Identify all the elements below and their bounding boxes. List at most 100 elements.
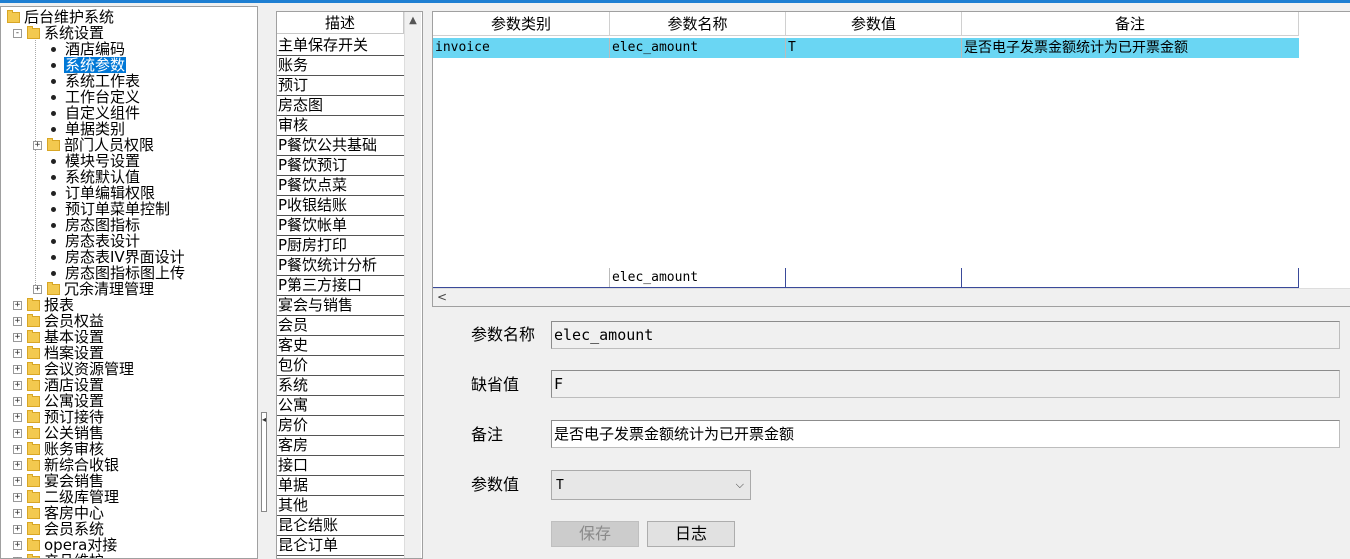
- list-item[interactable]: 主单保存开关: [277, 36, 404, 56]
- list-item[interactable]: P厨房打印: [277, 236, 404, 256]
- tree-item[interactable]: 会员权益: [27, 313, 105, 329]
- column-header-value[interactable]: 参数值: [786, 12, 962, 36]
- list-item[interactable]: P收银结账: [277, 196, 404, 216]
- cell-category[interactable]: invoice: [433, 38, 610, 58]
- list-item[interactable]: P第三方接口: [277, 276, 404, 296]
- list-item[interactable]: 昆仑结账: [277, 516, 404, 536]
- description-scrollbar[interactable]: ▲: [404, 12, 421, 558]
- expand-toggle-icon[interactable]: +: [13, 461, 22, 470]
- expand-toggle-icon[interactable]: -: [13, 29, 22, 38]
- list-item[interactable]: 包价: [277, 356, 404, 376]
- tree-item[interactable]: 报表: [27, 297, 75, 313]
- expand-toggle-icon[interactable]: +: [13, 349, 22, 358]
- expand-toggle-icon[interactable]: +: [13, 317, 22, 326]
- tree-item[interactable]: 房态表IV界面设计: [47, 249, 186, 265]
- expand-toggle-icon[interactable]: +: [13, 445, 22, 454]
- expand-toggle-icon[interactable]: +: [13, 429, 22, 438]
- expand-toggle-icon[interactable]: +: [13, 381, 22, 390]
- tree-item[interactable]: 自定义组件: [47, 105, 141, 121]
- expand-toggle-icon[interactable]: +: [13, 509, 22, 518]
- expand-toggle-icon[interactable]: +: [13, 365, 22, 374]
- list-item[interactable]: P餐饮统计分析: [277, 256, 404, 276]
- column-header-remark[interactable]: 备注: [962, 12, 1299, 36]
- tree-item[interactable]: 系统参数: [47, 57, 127, 73]
- list-item[interactable]: P餐饮帐单: [277, 216, 404, 236]
- tree-item[interactable]: 公寓设置: [27, 393, 105, 409]
- tree-item[interactable]: 账务审核: [27, 441, 105, 457]
- list-item[interactable]: 公寓: [277, 396, 404, 416]
- grid-horizontal-scrollbar[interactable]: <: [433, 288, 1350, 306]
- save-button[interactable]: 保存: [551, 521, 639, 547]
- tree-item[interactable]: 会议资源管理: [27, 361, 135, 377]
- edit-cell-value[interactable]: [786, 268, 962, 287]
- tree-item[interactable]: 工作台定义: [47, 89, 141, 105]
- tree-item[interactable]: 系统默认值: [47, 169, 141, 185]
- tree-item[interactable]: 基本设置: [27, 329, 105, 345]
- column-header-category[interactable]: 参数类别: [433, 12, 610, 36]
- tree-item[interactable]: 房态图指标图上传: [47, 265, 186, 281]
- expand-toggle-icon[interactable]: +: [13, 333, 22, 342]
- list-item[interactable]: 客史: [277, 336, 404, 356]
- chevron-down-icon[interactable]: ⌵: [736, 471, 744, 499]
- tree-item[interactable]: 预订接待: [27, 409, 105, 425]
- expand-toggle-icon[interactable]: +: [13, 397, 22, 406]
- tree-item[interactable]: 会员系统: [27, 521, 105, 537]
- list-item[interactable]: P餐饮公共基础: [277, 136, 404, 156]
- expand-toggle-icon[interactable]: +: [13, 413, 22, 422]
- tree-item[interactable]: 产品维护: [27, 553, 105, 558]
- tree-root[interactable]: 后台维护系统: [7, 9, 115, 25]
- list-item[interactable]: 预订: [277, 76, 404, 96]
- param-name-field[interactable]: elec_amount: [551, 321, 1340, 349]
- tree-item[interactable]: 部门人员权限: [47, 137, 155, 153]
- tree-item[interactable]: 房态图指标: [47, 217, 141, 233]
- tree-item[interactable]: 房态表设计: [47, 233, 141, 249]
- list-item[interactable]: 系统: [277, 376, 404, 396]
- list-item[interactable]: P餐饮预订: [277, 156, 404, 176]
- remark-field[interactable]: 是否电子发票金额统计为已开票金额: [551, 420, 1340, 448]
- expand-toggle-icon[interactable]: +: [13, 525, 22, 534]
- tree-item[interactable]: 公关销售: [27, 425, 105, 441]
- list-item[interactable]: P餐饮点菜: [277, 176, 404, 196]
- expand-toggle-icon[interactable]: +: [13, 541, 22, 550]
- tree-item[interactable]: 二级库管理: [27, 489, 120, 505]
- list-item[interactable]: 接口: [277, 456, 404, 476]
- cell-name[interactable]: elec_amount: [610, 38, 786, 58]
- tree-item[interactable]: 单据类别: [47, 121, 126, 137]
- tree-item[interactable]: 酒店编码: [47, 41, 126, 57]
- splitter-grip[interactable]: ◂: [261, 412, 267, 512]
- tree-item[interactable]: opera对接: [27, 537, 118, 553]
- tree-item[interactable]: 宴会销售: [27, 473, 105, 489]
- tree-item[interactable]: 预订单菜单控制: [47, 201, 171, 217]
- edit-cell-category[interactable]: [433, 268, 610, 287]
- log-button[interactable]: 日志: [647, 521, 735, 547]
- expand-toggle-icon[interactable]: +: [13, 301, 22, 310]
- list-item[interactable]: 账务: [277, 56, 404, 76]
- default-value-field[interactable]: F: [551, 370, 1340, 398]
- param-value-select[interactable]: T ⌵: [551, 470, 751, 500]
- navigation-tree[interactable]: 后台维护系统 - 系统设置 酒店编码 系统参数 系统工作表 工作台定义 自定义组件 单据类别 + 部…: [0, 6, 258, 559]
- scroll-left-icon[interactable]: <: [437, 289, 447, 305]
- tree-item[interactable]: 冗余清理管理: [47, 281, 155, 297]
- description-header[interactable]: 描述: [277, 12, 404, 34]
- list-item[interactable]: 单据: [277, 476, 404, 496]
- grid-edit-row[interactable]: elec_amount: [433, 268, 1299, 288]
- scroll-up-icon[interactable]: ▲: [405, 12, 421, 29]
- expand-toggle-icon[interactable]: +: [13, 477, 22, 486]
- edit-cell-remark[interactable]: [962, 268, 1298, 287]
- expand-toggle-icon[interactable]: +: [13, 493, 22, 502]
- tree-item[interactable]: 订单编辑权限: [47, 185, 156, 201]
- list-item[interactable]: 房态图: [277, 96, 404, 116]
- tree-item[interactable]: 档案设置: [27, 345, 105, 361]
- tree-item[interactable]: 模块号设置: [47, 153, 141, 169]
- list-item[interactable]: 会员: [277, 316, 404, 336]
- list-item[interactable]: 客房: [277, 436, 404, 456]
- list-item[interactable]: 房价: [277, 416, 404, 436]
- cell-value[interactable]: T: [786, 38, 962, 58]
- expand-toggle-icon[interactable]: +: [33, 141, 42, 150]
- cell-remark[interactable]: 是否电子发票金额统计为已开票金额: [962, 38, 1299, 58]
- list-item[interactable]: 宴会与销售: [277, 296, 404, 316]
- expand-toggle-icon[interactable]: +: [33, 285, 42, 294]
- table-row[interactable]: invoice elec_amount T 是否电子发票金额统计为已开票金额: [433, 38, 1299, 58]
- list-item[interactable]: 审核: [277, 116, 404, 136]
- edit-cell-name[interactable]: elec_amount: [610, 268, 786, 287]
